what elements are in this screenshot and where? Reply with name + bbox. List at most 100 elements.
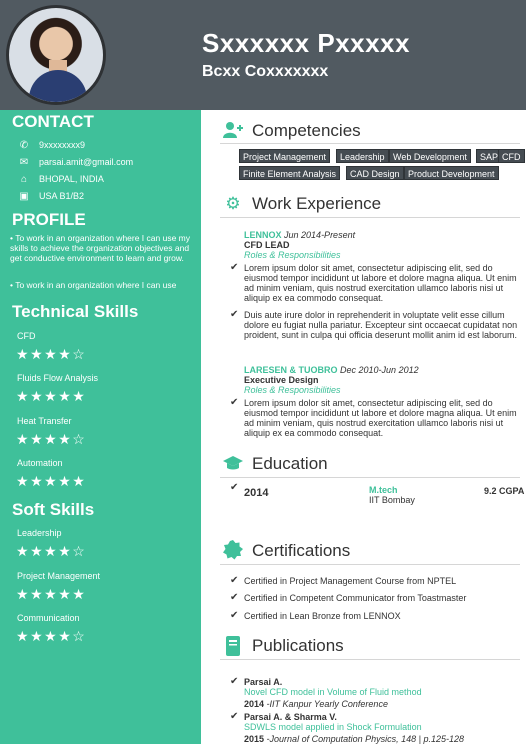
star-filled-icon: ★ [58,346,73,362]
star-filled-icon: ★ [44,628,59,644]
publication-venue: 2015 -Journal of Computation Physics, 14… [244,734,464,744]
competency-tag: Leadership [336,149,389,163]
job-dates: Dec 2010-Jun 2012 [340,365,419,375]
star-empty-icon: ☆ [72,543,87,559]
star-filled-icon: ★ [58,473,73,489]
job-company-line: LENNOX Jun 2014-Present [244,230,355,240]
education-degree: M.tech [369,485,398,495]
contact-location: ⌂ BHOPAL, INDIA [17,172,104,186]
skill-label: Project Management [17,571,101,581]
star-filled-icon: ★ [58,431,73,447]
star-filled-icon: ★ [72,388,87,404]
envelope-icon: ✉ [19,156,29,168]
star-filled-icon: ★ [44,543,59,559]
check-icon: ✔ [230,592,239,603]
star-filled-icon: ★ [16,628,31,644]
star-filled-icon: ★ [30,628,45,644]
phone-icon: ✆ [19,139,29,151]
star-filled-icon: ★ [44,473,59,489]
competency-tag: Product Development [404,166,499,180]
skill-rating: ★★★★☆ [16,431,86,448]
star-empty-icon: ☆ [72,431,87,447]
skill-rating: ★★★★★ [16,473,86,490]
competency-tag: CFD [498,149,525,163]
skill-label: Fluids Flow Analysis [17,373,99,383]
job-bullet: Lorem ipsum dolor sit amet, consectetur … [244,263,517,303]
skill-label: Automation [17,458,63,468]
contact-email[interactable]: ✉ parsai.amit@gmail.com [17,155,133,169]
job-dates: Jun 2014-Present [284,230,356,240]
photo-body [29,70,87,102]
star-filled-icon: ★ [58,388,73,404]
home-icon: ⌂ [20,173,28,185]
skill-rating: ★★★★☆ [16,628,86,645]
check-icon: ✔ [230,610,239,621]
skill-rating: ★★★★☆ [16,346,86,363]
job-company-line: LARESEN & TUOBRO Dec 2010-Jun 2012 [244,365,419,375]
star-filled-icon: ★ [72,473,87,489]
job-bullet: Duis aute irure dolor in reprehenderit i… [244,310,518,340]
contact-phone: ✆ 9xxxxxxxx9 [17,138,85,152]
certification-item: Certified in Project Management Course f… [244,576,457,586]
star-filled-icon: ★ [44,346,59,362]
publication-title: Novel CFD model in Volume of Fluid metho… [244,687,422,697]
competencies-heading: Competencies [252,121,361,140]
star-filled-icon: ★ [44,388,59,404]
star-filled-icon: ★ [30,346,45,362]
gear-icon: ⚙ [225,194,241,213]
job-responsibilities-label: Roles & Responsibilities [244,250,341,260]
check-icon: ✔ [230,711,239,722]
section-divider [220,477,520,478]
id-card-icon: ▣ [19,190,29,202]
sidebar: CONTACT ✆ 9xxxxxxxx9 ✉ parsai.amit@gmail… [0,110,201,744]
star-filled-icon: ★ [16,388,31,404]
competency-tag: Project Management [239,149,331,163]
publication-journal: -IIT Kanpur Yearly Conference [266,699,388,709]
job-role: CFD LEAD [244,240,290,250]
check-icon: ✔ [230,397,239,408]
education-year: 2014 [244,487,269,499]
person-name: Sxxxxxx Pxxxxx [202,28,410,58]
location-text: BHOPAL, INDIA [39,174,104,184]
skill-label: Heat Transfer [17,416,72,426]
profile-heading: PROFILE [12,210,86,229]
star-filled-icon: ★ [30,388,45,404]
skill-label: Communication [17,613,80,623]
star-filled-icon: ★ [30,586,45,602]
star-filled-icon: ★ [16,473,31,489]
check-icon: ✔ [230,482,239,493]
phone-text: 9xxxxxxxx9 [39,140,86,150]
badge-icon [222,540,244,560]
graduation-cap-icon [222,455,244,475]
publications-heading: Publications [252,636,344,655]
certification-item: Certified in Competent Communicator from… [244,593,467,603]
technical-skills-heading: Technical Skills [12,302,139,321]
star-filled-icon: ★ [72,586,87,602]
star-filled-icon: ★ [58,628,73,644]
star-filled-icon: ★ [58,543,73,559]
skill-label: Leadership [17,528,62,538]
publication-year: 2014 [244,699,265,709]
section-divider [220,143,520,144]
check-icon: ✔ [230,309,239,320]
contact-visa: ▣ USA B1/B2 [17,189,84,203]
competency-tag: CAD Design [346,166,404,180]
profile-paragraph-1: • To work in an organization where I can… [10,233,190,263]
check-icon: ✔ [230,575,239,586]
email-text[interactable]: parsai.amit@gmail.com [39,157,133,167]
certification-item: Certified in Lean Bronze from LENNOX [244,611,401,621]
publication-journal: -Journal of Computation Physics, 148 | p… [266,734,464,744]
star-empty-icon: ☆ [72,346,87,362]
star-filled-icon: ★ [30,473,45,489]
book-icon [222,636,244,656]
profile-paragraph-2: • To work in an organization where I can… [10,280,177,290]
section-divider [220,217,520,218]
work-experience-heading: Work Experience [252,194,382,213]
skill-label: CFD [17,331,36,341]
skill-rating: ★★★★★ [16,586,86,603]
star-filled-icon: ★ [44,586,59,602]
certifications-heading: Certifications [252,541,351,560]
star-empty-icon: ☆ [72,628,87,644]
resume-header: Sxxxxxx Pxxxxx Bcxx Coxxxxxxx [0,0,526,110]
job-role: Executive Design [244,375,319,385]
